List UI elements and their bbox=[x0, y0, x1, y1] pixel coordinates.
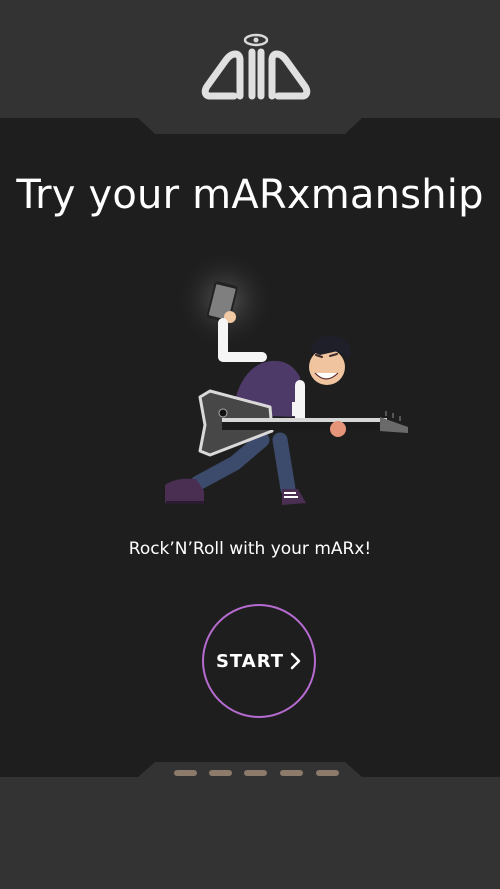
start-button[interactable]: START bbox=[202, 604, 316, 718]
page-dot[interactable] bbox=[316, 770, 339, 776]
page-indicator bbox=[172, 770, 342, 780]
page-dot[interactable] bbox=[209, 770, 232, 776]
footer-bar bbox=[0, 762, 500, 889]
page-dot[interactable] bbox=[174, 770, 197, 776]
start-button-label: START bbox=[215, 650, 285, 672]
page-dot[interactable] bbox=[280, 770, 303, 776]
chevron-right-icon bbox=[290, 652, 301, 670]
page-title: Try your mARxmanship bbox=[16, 172, 484, 218]
subtitle: Rock’N’Roll with your mARx! bbox=[128, 539, 372, 559]
marx-logo bbox=[200, 30, 312, 106]
page-dot[interactable] bbox=[244, 770, 267, 776]
guitarist-illustration bbox=[150, 245, 420, 520]
